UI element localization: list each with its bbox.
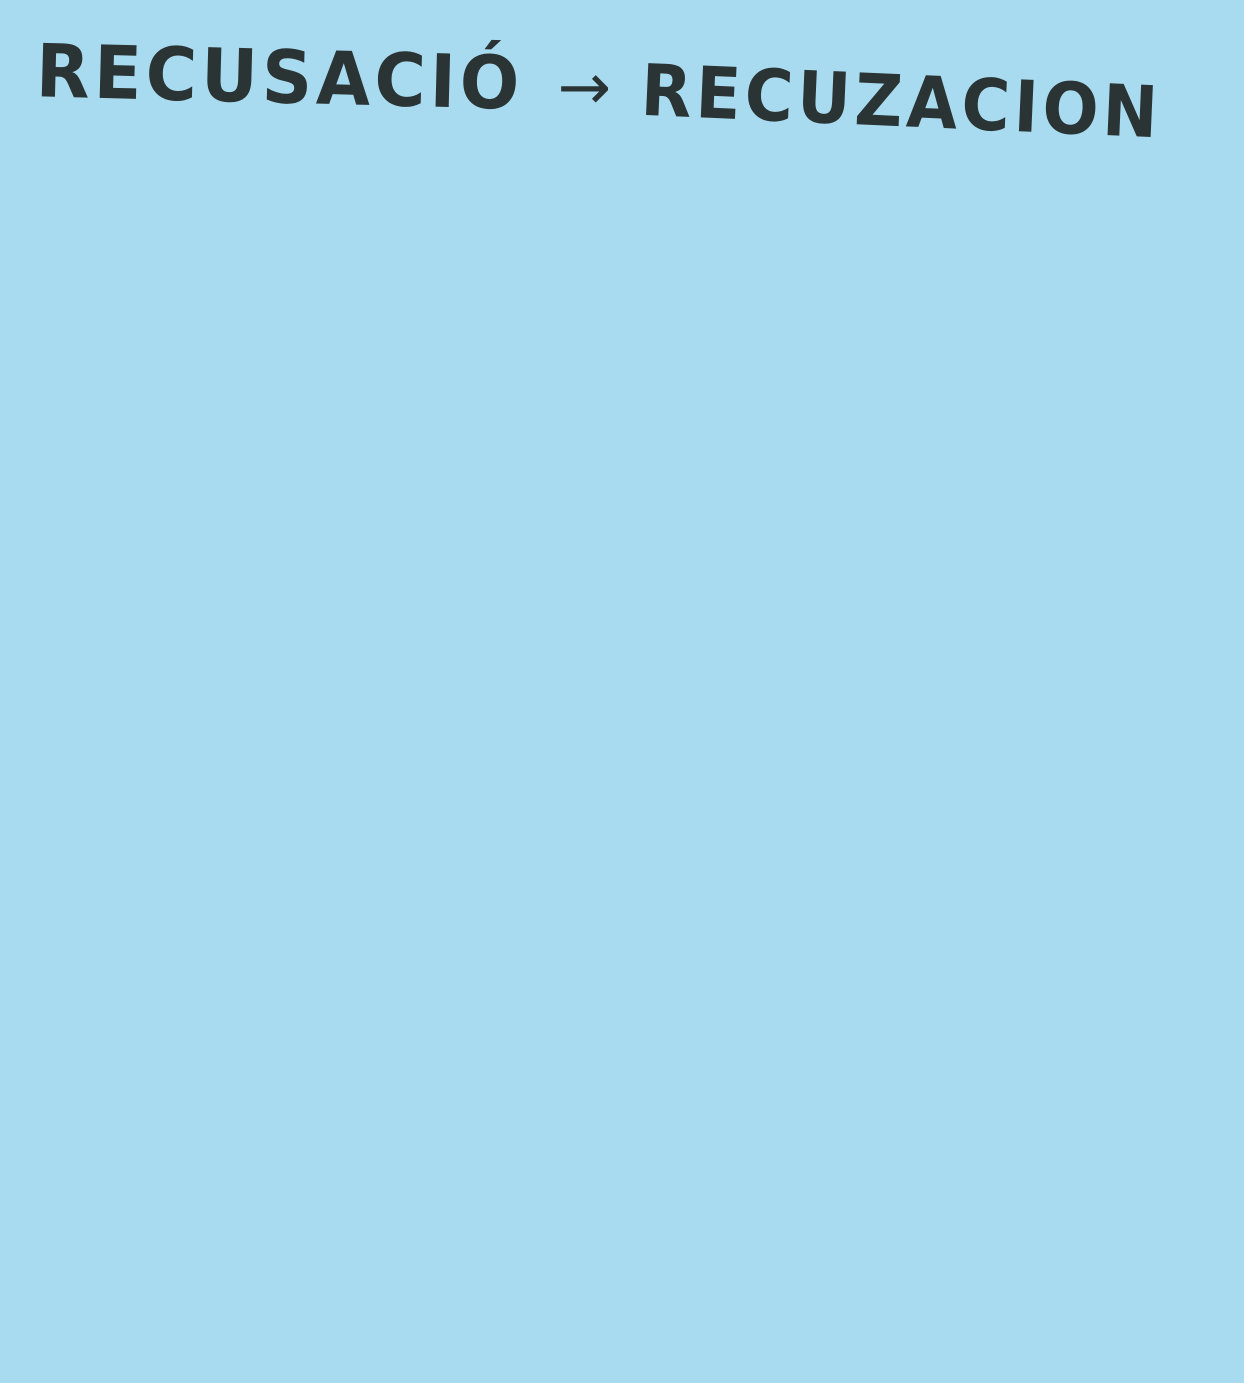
right-arrow-icon: → [557, 51, 612, 125]
handwritten-line: RECUSACIÓ → RECUZACION [36, 12, 1244, 162]
corrected-word: RECUZACION [639, 48, 1164, 155]
sticky-note-surface: RECUSACIÓ → RECUZACION [0, 0, 1244, 1383]
original-word: RECUSACIÓ [36, 27, 525, 127]
